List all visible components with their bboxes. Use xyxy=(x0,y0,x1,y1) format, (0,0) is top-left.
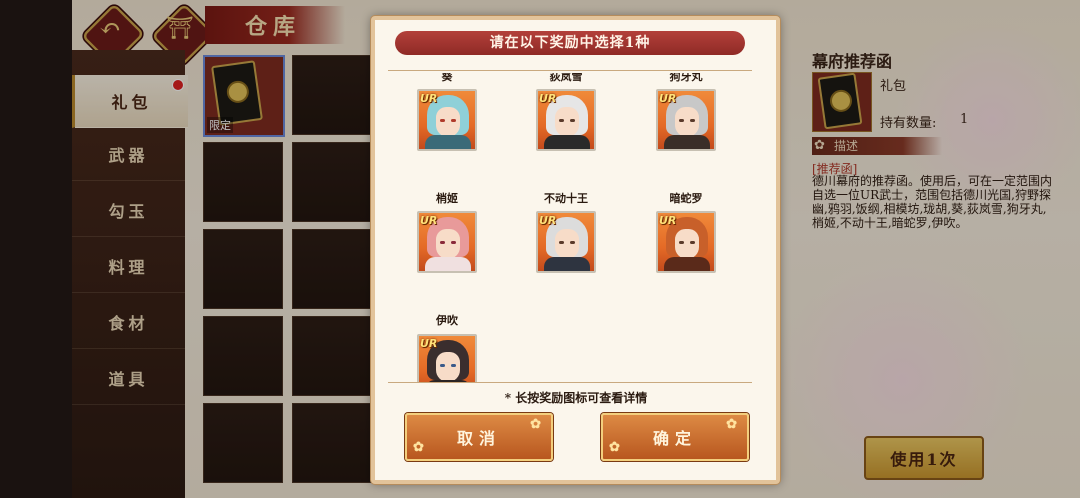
divider xyxy=(388,382,752,383)
portrait-face xyxy=(436,229,460,259)
reward-icon[interactable]: UR xyxy=(656,211,716,273)
confirm-label: 确定 xyxy=(652,429,697,448)
portrait-face xyxy=(555,107,579,137)
rarity-badge: UR xyxy=(420,337,438,350)
portrait-body xyxy=(664,135,710,149)
portrait-eye xyxy=(559,119,564,122)
portrait-face xyxy=(436,107,460,137)
reward-icon[interactable]: UR xyxy=(536,211,596,273)
portrait-body xyxy=(544,257,590,271)
reward-name: 伊吹 xyxy=(436,314,458,327)
portrait-eye xyxy=(570,241,575,244)
portrait-eye xyxy=(690,119,695,122)
flower-icon: ✿ xyxy=(413,440,430,455)
reward-icon[interactable]: UR xyxy=(417,211,477,273)
cancel-label: 取消 xyxy=(456,429,501,448)
flower-icon: ✿ xyxy=(530,417,547,432)
flower-icon: ✿ xyxy=(726,417,743,432)
portrait-eye xyxy=(451,119,456,122)
rarity-badge: UR xyxy=(539,92,557,105)
rarity-badge: UR xyxy=(659,92,677,105)
portrait-face xyxy=(675,107,699,137)
portrait-eye xyxy=(570,119,575,122)
reward-icon[interactable]: UR xyxy=(417,89,477,151)
portrait-eye xyxy=(690,241,695,244)
portrait-eye xyxy=(559,241,564,244)
reward-icon[interactable]: UR xyxy=(536,89,596,151)
rarity-badge: UR xyxy=(659,214,677,227)
portrait-body xyxy=(425,135,471,149)
reward-name: 狗牙丸 xyxy=(669,73,703,83)
rarity-badge: UR xyxy=(420,214,438,227)
long-press-hint: * 长按奖励图标可查看详情 xyxy=(504,391,648,405)
reward-name: 不动十王 xyxy=(544,192,588,205)
rarity-badge: UR xyxy=(420,92,438,105)
portrait-face xyxy=(436,352,460,382)
reward-icon[interactable]: UR xyxy=(417,334,477,382)
portrait-eye xyxy=(440,119,445,122)
reward-name: 梢姬 xyxy=(436,192,458,205)
portrait-eye xyxy=(679,119,684,122)
reward-name: 葵 xyxy=(441,73,453,83)
cancel-button[interactable]: 取消 ✿ ✿ xyxy=(405,413,553,461)
portrait-body xyxy=(664,257,710,271)
rarity-badge: UR xyxy=(539,214,557,227)
reward-name: 荻岚雪 xyxy=(549,73,583,83)
portrait-eye xyxy=(451,364,456,367)
flower-icon: ✿ xyxy=(609,440,626,455)
reward-icon[interactable]: UR xyxy=(656,89,716,151)
divider xyxy=(388,70,752,71)
confirm-button[interactable]: 确定 ✿ ✿ xyxy=(601,413,749,461)
portrait-body xyxy=(544,135,590,149)
portrait-face xyxy=(675,229,699,259)
reward-list[interactable]: 葵 UR 荻岚雪 UR 狗牙丸 UR 梢姬 UR 不动十王 UR 暗蛇罗 UR … xyxy=(388,73,752,382)
reward-name: 暗蛇罗 xyxy=(669,192,703,205)
portrait-face xyxy=(555,229,579,259)
dialog-title: 请在以下奖励中选择1种 xyxy=(395,31,745,55)
portrait-body xyxy=(425,257,471,271)
portrait-eye xyxy=(679,241,684,244)
portrait-eye xyxy=(440,364,445,367)
portrait-eye xyxy=(440,241,445,244)
portrait-eye xyxy=(451,241,456,244)
